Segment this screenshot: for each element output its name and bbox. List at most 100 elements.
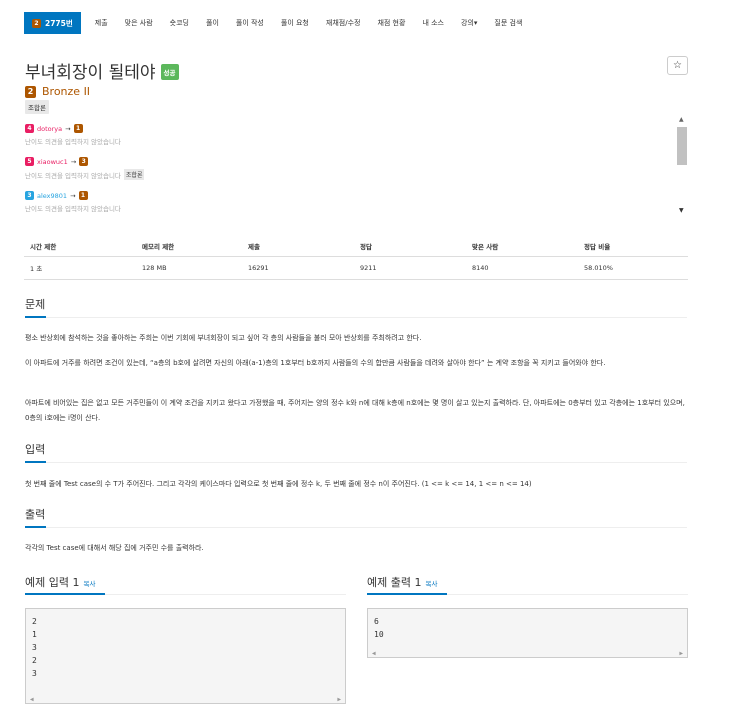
problem-paragraph: 아파트에 비어있는 집은 없고 모든 거주민들이 이 계약 조건을 지키고 왔다… bbox=[25, 399, 685, 422]
example-input-title: 예제 입력 1 bbox=[25, 576, 80, 589]
star-icon: ☆ bbox=[673, 60, 682, 71]
page-title: 부녀회장이 될테야 bbox=[25, 63, 156, 83]
heading-accent bbox=[25, 526, 46, 528]
table-header: 맞은 사람 bbox=[466, 236, 578, 257]
opinion-text: 난이도 의견을 입력하지 않았습니다 bbox=[25, 171, 121, 180]
input-description: 첫 번째 줄에 Test case의 수 T가 주어진다. 그리고 각각의 케이… bbox=[25, 480, 532, 488]
heading-accent bbox=[367, 593, 447, 595]
tier-row: 2 Bronze II bbox=[25, 85, 90, 98]
nav-submit[interactable]: 제출 bbox=[95, 18, 108, 28]
output-heading: 출력 bbox=[25, 508, 46, 521]
scroll-up-icon[interactable]: ▲ bbox=[679, 116, 684, 123]
nav-solutions[interactable]: 풀이 bbox=[206, 18, 219, 28]
nav-question-search[interactable]: 질문 검색 bbox=[494, 18, 522, 28]
arrow-icon: → bbox=[70, 191, 76, 200]
example-output-box[interactable]: 6 10 ◀ ▶ bbox=[367, 608, 688, 658]
opinion-item: 3 alex9801 → 1 난이도 의견을 입력하지 않았습니다 bbox=[25, 191, 121, 213]
table-header: 정답 bbox=[354, 236, 466, 257]
opinion-user-link[interactable]: alex9801 bbox=[37, 192, 67, 200]
table-cell: 9211 bbox=[354, 256, 466, 280]
bronze-tier-icon: 2 bbox=[25, 85, 36, 98]
example-output-title-row: 예제 출력 1 복사 bbox=[367, 574, 437, 590]
divider bbox=[25, 317, 687, 318]
nav-write-solution[interactable]: 풀이 작성 bbox=[236, 18, 264, 28]
example-input-box[interactable]: 2 1 3 2 3 ◀ ▶ bbox=[25, 608, 346, 704]
top-nav: 2 2775번 제출 맞은 사람 숏코딩 풀이 풀이 작성 풀이 요청 재채점/… bbox=[24, 12, 522, 34]
opinion-user-link[interactable]: xiaowuc1 bbox=[37, 158, 68, 166]
table-row: 1 초 128 MB 16291 9211 8140 58.010% bbox=[24, 256, 688, 280]
code-line: 10 bbox=[374, 630, 384, 639]
code-line: 1 bbox=[32, 630, 37, 639]
voted-tier-icon: 3 bbox=[79, 157, 89, 166]
table-header-row: 시간 제한 메모리 제한 제출 정답 맞은 사람 정답 비율 bbox=[24, 236, 688, 257]
scroll-left-icon[interactable]: ◀ bbox=[30, 693, 34, 706]
user-tier-icon: 4 bbox=[25, 124, 34, 133]
copy-output-button[interactable]: 복사 bbox=[425, 578, 437, 588]
nav-solvers[interactable]: 맞은 사람 bbox=[125, 18, 153, 28]
nav-problem-tab[interactable]: 2 2775번 bbox=[24, 12, 81, 34]
heading-accent bbox=[25, 593, 105, 595]
problem-paragraph: 평소 반상회에 참석하는 것을 좋아하는 주희는 이번 기회에 부녀회장이 되고… bbox=[25, 334, 422, 342]
heading-accent bbox=[25, 461, 46, 463]
example-input-title-row: 예제 입력 1 복사 bbox=[25, 574, 95, 590]
copy-input-button[interactable]: 복사 bbox=[83, 578, 95, 588]
table-header: 정답 비율 bbox=[578, 236, 688, 257]
output-description: 각각의 Test case에 대해서 해당 집에 거주민 수를 출력하라. bbox=[25, 544, 204, 552]
opinion-text: 난이도 의견을 입력하지 않았습니다 bbox=[25, 205, 121, 213]
opinion-item: 5 xiaowuc1 → 3 난이도 의견을 입력하지 않았습니다 조합론 bbox=[25, 157, 145, 180]
input-heading: 입력 bbox=[25, 443, 46, 456]
nav-lectures-dropdown[interactable]: 강의▾ bbox=[461, 18, 477, 28]
scroll-right-icon[interactable]: ▶ bbox=[337, 693, 341, 706]
code-line: 3 bbox=[32, 669, 37, 678]
user-tier-icon: 3 bbox=[25, 191, 34, 200]
voted-tier-icon: 1 bbox=[78, 191, 88, 200]
table-cell: 58.010% bbox=[578, 256, 688, 280]
opinion-item: 4 dotorya → 1 난이도 의견을 입력하지 않았습니다 bbox=[25, 124, 121, 146]
problem-title-row: 부녀회장이 될테야 성공 bbox=[25, 58, 179, 83]
table-header: 메모리 제한 bbox=[136, 236, 242, 257]
difficulty-opinions-list: 4 dotorya → 1 난이도 의견을 입력하지 않았습니다 5 xiaow… bbox=[25, 114, 687, 218]
table-cell: 8140 bbox=[466, 256, 578, 280]
opinion-tag[interactable]: 조합론 bbox=[123, 169, 145, 180]
nav-request-solution[interactable]: 풀이 요청 bbox=[281, 18, 309, 28]
nav-shortcoding[interactable]: 숏코딩 bbox=[170, 18, 189, 28]
problem-heading: 문제 bbox=[25, 298, 46, 311]
arrow-icon: → bbox=[65, 124, 71, 133]
algorithm-tag[interactable]: 조합론 bbox=[25, 100, 49, 114]
voted-tier-icon: 1 bbox=[73, 124, 83, 133]
table-header: 제출 bbox=[242, 236, 354, 257]
arrow-icon: → bbox=[70, 157, 77, 166]
code-line: 2 bbox=[32, 617, 37, 626]
opinion-text: 난이도 의견을 입력하지 않았습니다 bbox=[25, 138, 121, 146]
scroll-right-icon[interactable]: ▶ bbox=[679, 647, 683, 660]
table-header: 시간 제한 bbox=[24, 236, 136, 257]
code-line: 2 bbox=[32, 656, 37, 665]
problem-paragraph: 이 아파트에 거주를 하려면 조건이 있는데, “a층의 b호에 살려면 자신의… bbox=[25, 359, 606, 367]
divider bbox=[25, 527, 687, 528]
scroll-left-icon[interactable]: ◀ bbox=[372, 647, 376, 660]
nav-problem-label: 2775번 bbox=[45, 18, 73, 28]
code-line: 3 bbox=[32, 643, 37, 652]
problem-stats-table: 시간 제한 메모리 제한 제출 정답 맞은 사람 정답 비율 1 초 128 M… bbox=[24, 236, 688, 280]
table-cell: 16291 bbox=[242, 256, 354, 280]
code-line: 6 bbox=[374, 617, 379, 626]
example-output-title: 예제 출력 1 bbox=[367, 576, 422, 589]
nav-status[interactable]: 채점 현황 bbox=[377, 18, 405, 28]
nav-my-source[interactable]: 내 소스 bbox=[422, 18, 444, 28]
horizontal-scrollbar[interactable]: ◀ ▶ bbox=[368, 646, 687, 657]
status-badge: 성공 bbox=[160, 64, 179, 80]
opinion-user-link[interactable]: dotorya bbox=[37, 125, 62, 133]
divider bbox=[25, 462, 687, 463]
nav-rejudge[interactable]: 재채점/수정 bbox=[326, 18, 361, 28]
horizontal-scrollbar[interactable]: ◀ ▶ bbox=[26, 692, 345, 703]
star-button[interactable]: ☆ bbox=[667, 56, 688, 75]
heading-accent bbox=[25, 316, 46, 318]
table-cell: 1 초 bbox=[24, 256, 136, 280]
scroll-thumb[interactable] bbox=[677, 127, 687, 165]
tier-icon: 2 bbox=[32, 18, 41, 28]
opinions-scrollbar[interactable]: ▲ ▼ bbox=[676, 114, 687, 218]
user-tier-icon: 5 bbox=[25, 157, 34, 166]
scroll-down-icon[interactable]: ▼ bbox=[679, 207, 684, 214]
table-cell: 128 MB bbox=[136, 256, 242, 280]
tier-name[interactable]: Bronze II bbox=[42, 85, 90, 98]
